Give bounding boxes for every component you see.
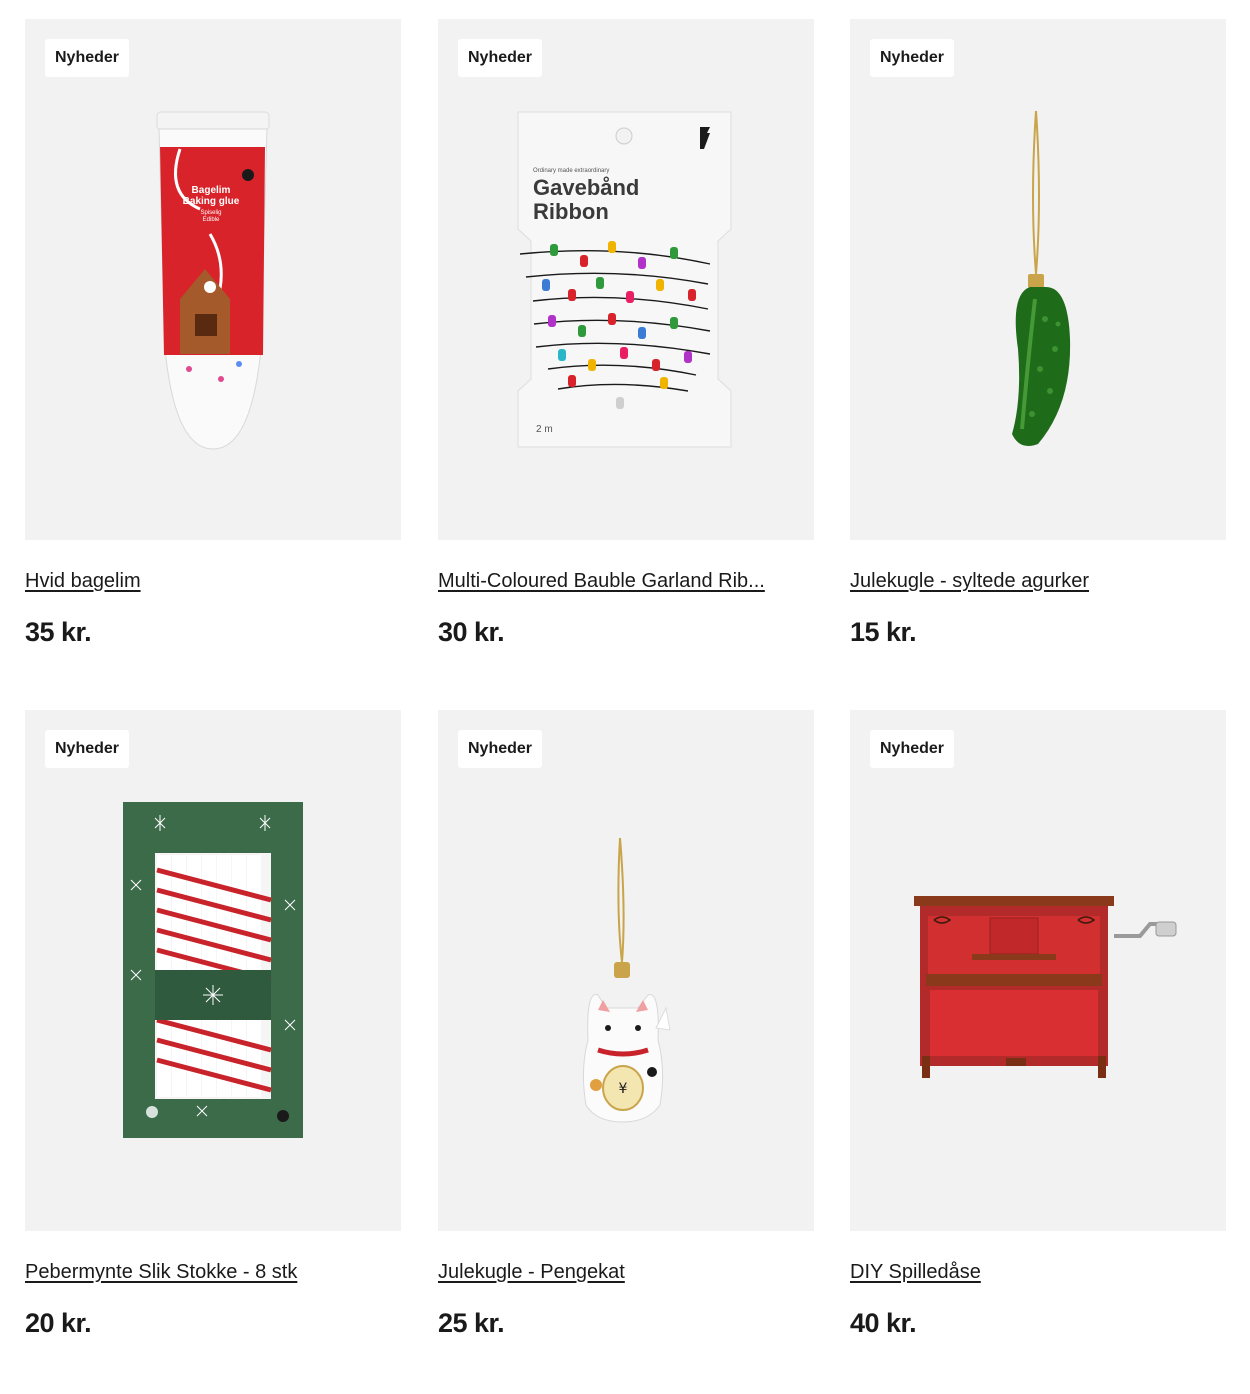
product-image-box[interactable]: Nyheder bbox=[850, 19, 1226, 540]
music-box-piano-image bbox=[914, 896, 1177, 1078]
product-price: 15 kr. bbox=[850, 617, 917, 647]
product-title-link[interactable]: Hvid bagelim bbox=[25, 570, 401, 593]
product-grid: Bagelim Baking glue Spiselig Edible Nyhe… bbox=[0, 0, 1250, 1394]
product-price: 20 kr. bbox=[25, 1308, 92, 1338]
lucky-cat-ornament-image: ¥ bbox=[582, 837, 671, 1123]
product-price: 35 kr. bbox=[25, 617, 92, 647]
baking-glue-tube-image: Bagelim Baking glue Spiselig Edible bbox=[156, 111, 270, 450]
new-badge: Nyheder bbox=[45, 39, 130, 77]
new-badge: Nyheder bbox=[870, 39, 955, 77]
package-text-1: Bagelim bbox=[192, 185, 231, 196]
product-image-box[interactable]: Nyheder bbox=[25, 710, 401, 1231]
candy-canes-box-image bbox=[123, 802, 303, 1138]
new-badge: Nyheder bbox=[45, 730, 130, 768]
product-title-link[interactable]: DIY Spilledåse bbox=[850, 1261, 1226, 1284]
product-card[interactable]: ¥ Nyheder Julekugle - Pengekat 25 kr. bbox=[438, 710, 814, 1339]
product-price: 25 kr. bbox=[438, 1308, 505, 1338]
pickle-ornament-image bbox=[1012, 110, 1071, 447]
package-text-3: Spiselig bbox=[200, 210, 221, 216]
product-image-box[interactable]: ¥ Nyheder bbox=[438, 710, 814, 1231]
product-title-link[interactable]: Multi-Coloured Bauble Garland Rib... bbox=[438, 570, 814, 593]
product-image-box[interactable]: Ordinary made extraordinary Gavebånd Rib… bbox=[438, 19, 814, 540]
package-text-4: Edible bbox=[203, 217, 220, 223]
package-length: 2 m bbox=[536, 424, 553, 435]
product-price: 30 kr. bbox=[438, 617, 505, 647]
new-badge: Nyheder bbox=[870, 730, 955, 768]
product-card[interactable]: Bagelim Baking glue Spiselig Edible Nyhe… bbox=[25, 19, 401, 648]
product-image-box[interactable]: Nyheder bbox=[850, 710, 1226, 1231]
package-text-2: Ribbon bbox=[533, 199, 609, 224]
svg-text:¥: ¥ bbox=[619, 1081, 628, 1097]
product-title-link[interactable]: Pebermynte Slik Stokke - 8 stk bbox=[25, 1261, 401, 1284]
product-card[interactable]: Ordinary made extraordinary Gavebånd Rib… bbox=[438, 19, 814, 648]
package-text-2: Baking glue bbox=[183, 196, 240, 207]
product-card[interactable]: Nyheder DIY Spilledåse 40 kr. bbox=[850, 710, 1226, 1339]
package-text-1: Gavebånd bbox=[533, 175, 639, 200]
product-title-link[interactable]: Julekugle - syltede agurker bbox=[850, 570, 1226, 593]
package-tagline: Ordinary made extraordinary bbox=[533, 168, 609, 174]
product-card[interactable]: Nyheder Julekugle - syltede agurker 15 k… bbox=[850, 19, 1226, 648]
new-badge: Nyheder bbox=[458, 39, 543, 77]
product-price: 40 kr. bbox=[850, 1308, 917, 1338]
garland-ribbon-image: Ordinary made extraordinary Gavebånd Rib… bbox=[517, 111, 732, 448]
product-card[interactable]: Nyheder Pebermynte Slik Stokke - 8 stk 2… bbox=[25, 710, 401, 1339]
new-badge: Nyheder bbox=[458, 730, 543, 768]
product-image-box[interactable]: Bagelim Baking glue Spiselig Edible Nyhe… bbox=[25, 19, 401, 540]
product-title-link[interactable]: Julekugle - Pengekat bbox=[438, 1261, 814, 1284]
